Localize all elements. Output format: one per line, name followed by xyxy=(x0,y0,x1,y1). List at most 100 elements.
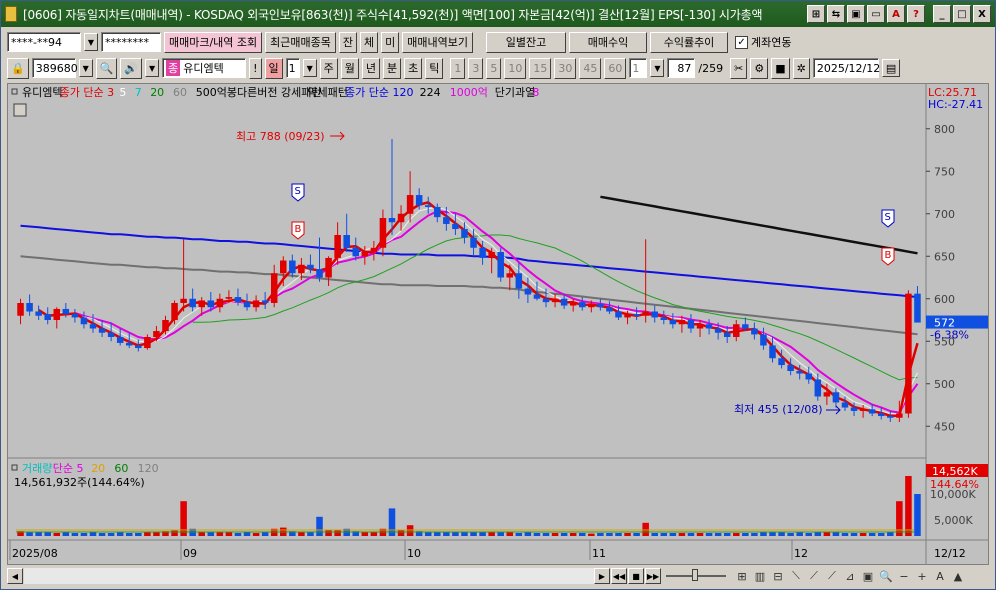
account-link-checkbox[interactable]: ✓ xyxy=(735,35,749,49)
minute-3-button[interactable]: 3 xyxy=(468,57,484,79)
volume-bar xyxy=(560,533,568,536)
volume-bar xyxy=(805,533,813,536)
maximize-button[interactable]: □ xyxy=(953,5,971,23)
grid-icon[interactable]: ⊟ xyxy=(770,568,786,584)
fibonacci-icon[interactable]: ⟍ xyxy=(788,568,804,584)
candle-body xyxy=(325,257,332,278)
sound-dropdown[interactable]: ▼ xyxy=(145,59,160,77)
zoom-icon[interactable]: 🔍 xyxy=(878,568,894,584)
link-icon[interactable]: ⇆ xyxy=(827,5,845,23)
period-num-dropdown[interactable]: ▼ xyxy=(302,59,317,77)
period-num-input[interactable]: 1 xyxy=(285,58,300,78)
search-icon[interactable]: 🔍 xyxy=(95,57,118,79)
minute-15-button[interactable]: 15 xyxy=(529,57,552,79)
period-minute-button[interactable]: 분 xyxy=(383,57,402,79)
executed-button[interactable]: 체 xyxy=(360,31,379,53)
date-input[interactable]: 2025/12/12 xyxy=(812,58,880,78)
candle-body xyxy=(841,402,849,408)
balance-button[interactable]: 잔 xyxy=(338,31,358,53)
split-view-icon[interactable]: ⊞ xyxy=(734,568,750,584)
period-month-button[interactable]: 월 xyxy=(340,57,359,79)
indicator-icon[interactable]: ⚙ xyxy=(750,57,769,79)
volume-bar xyxy=(814,532,822,536)
period-year-button[interactable]: 년 xyxy=(361,57,381,79)
alert-button[interactable]: ! xyxy=(249,57,262,79)
period-week-button[interactable]: 주 xyxy=(319,57,338,79)
screen-icon[interactable]: ▣ xyxy=(847,5,865,23)
minute-5-button[interactable]: 5 xyxy=(486,57,502,79)
minute-10-button[interactable]: 10 xyxy=(504,57,527,79)
candle-body xyxy=(868,409,876,414)
minute-30-button[interactable]: 30 xyxy=(554,57,577,79)
legend-price-item: 224 xyxy=(420,86,441,99)
stock-chart-svg[interactable]: 800750700650600550500450LC:25.71HC:-27.4… xyxy=(8,84,988,564)
minute-select[interactable]: 1 xyxy=(629,58,648,78)
zoom-in-icon[interactable]: + xyxy=(914,568,930,584)
daily-balance-button[interactable]: 일별잔고 xyxy=(486,31,567,53)
period-tick-button[interactable]: 틱 xyxy=(425,57,444,79)
y-tick-label: 750 xyxy=(934,165,955,178)
x-axis-label: 12 xyxy=(794,547,808,560)
code-dropdown[interactable]: ▼ xyxy=(78,59,93,77)
text-icon[interactable]: A xyxy=(932,568,948,584)
candle-body xyxy=(125,342,133,346)
volume-bar xyxy=(370,532,378,536)
layout-icon[interactable]: ⊞ xyxy=(807,5,825,23)
window-icon[interactable]: ▭ xyxy=(867,5,885,23)
volume-bar xyxy=(588,533,595,536)
chart-area[interactable]: 800 750 700 650 600 550 500 450 LC:25.71 HC:-27.4… xyxy=(7,83,989,565)
count-input[interactable]: 87 xyxy=(667,58,696,78)
period-second-button[interactable]: 초 xyxy=(404,57,423,79)
x-axis-label: 09 xyxy=(183,547,197,560)
volume-bar xyxy=(62,532,70,536)
recent-trades-button[interactable]: 최근매매종목 xyxy=(265,31,336,53)
minimize-button[interactable]: _ xyxy=(933,5,951,23)
minute-60-button[interactable]: 60 xyxy=(604,57,627,79)
chart-icon[interactable]: ▣ xyxy=(860,568,876,584)
trendline-icon[interactable]: ⟋ xyxy=(806,568,822,584)
scroll-left-button[interactable]: ◀ xyxy=(7,568,23,584)
minute-45-button[interactable]: 45 xyxy=(579,57,602,79)
buy-signal-2-text: B xyxy=(885,250,892,261)
account-input[interactable]: ****-**94 xyxy=(7,32,81,52)
stop-button[interactable]: ■ xyxy=(628,568,644,584)
tools-icon[interactable]: ✂ xyxy=(730,57,748,79)
volume-bar xyxy=(397,530,405,536)
rewind-button[interactable]: ◀◀ xyxy=(611,568,627,584)
calendar-icon[interactable]: ▤ xyxy=(881,59,901,77)
sell-signal-1-text: S xyxy=(295,186,301,197)
zoom-slider[interactable] xyxy=(662,568,734,584)
shape-icon[interactable]: ⊿ xyxy=(842,568,858,584)
settings-icon[interactable]: ✲ xyxy=(792,57,810,79)
unfilled-button[interactable]: 미 xyxy=(381,31,400,53)
return-trend-button[interactable]: 수익률추이 xyxy=(650,31,729,53)
trade-view-button[interactable]: 매매내역보기 xyxy=(402,31,474,53)
sound-icon[interactable]: 🔊 xyxy=(120,57,143,79)
volume-bar xyxy=(705,533,713,536)
period-day-button[interactable]: 일 xyxy=(264,57,283,79)
help-button[interactable]: ? xyxy=(907,5,925,23)
play-button[interactable]: ▶▶ xyxy=(645,568,661,584)
save-icon[interactable]: ■ xyxy=(771,57,790,79)
account-dropdown[interactable]: ▼ xyxy=(84,33,98,51)
close-button[interactable]: X xyxy=(973,5,991,23)
lock-icon[interactable]: 🔒 xyxy=(7,57,29,79)
stock-code-input[interactable]: 389680 xyxy=(31,58,78,78)
draw-icon[interactable]: ⟋ xyxy=(824,568,840,584)
y-tick-label: 450 xyxy=(934,420,955,433)
expand-icon[interactable]: ▲ xyxy=(950,568,966,584)
minute-dropdown[interactable]: ▼ xyxy=(650,59,665,77)
candle-body xyxy=(71,314,79,318)
password-input[interactable]: ******** xyxy=(101,32,161,52)
trade-mark-button[interactable]: 매매마크/내역 조회 xyxy=(164,31,263,53)
minute-1-button[interactable]: 1 xyxy=(450,57,466,79)
candle-body xyxy=(270,273,278,303)
trade-profit-button[interactable]: 매매수익 xyxy=(569,31,648,53)
scroll-track[interactable] xyxy=(24,568,594,584)
candle-body xyxy=(89,324,97,329)
account-toolbar: ****-**94 ▼ ******** 매매마크/내역 조회 최근매매종목 잔… xyxy=(1,29,995,55)
font-icon[interactable]: A xyxy=(887,5,905,23)
chart-type-icon[interactable]: ▥ xyxy=(752,568,768,584)
scroll-right-button[interactable]: ▶ xyxy=(594,568,610,584)
zoom-out-icon[interactable]: − xyxy=(896,568,912,584)
